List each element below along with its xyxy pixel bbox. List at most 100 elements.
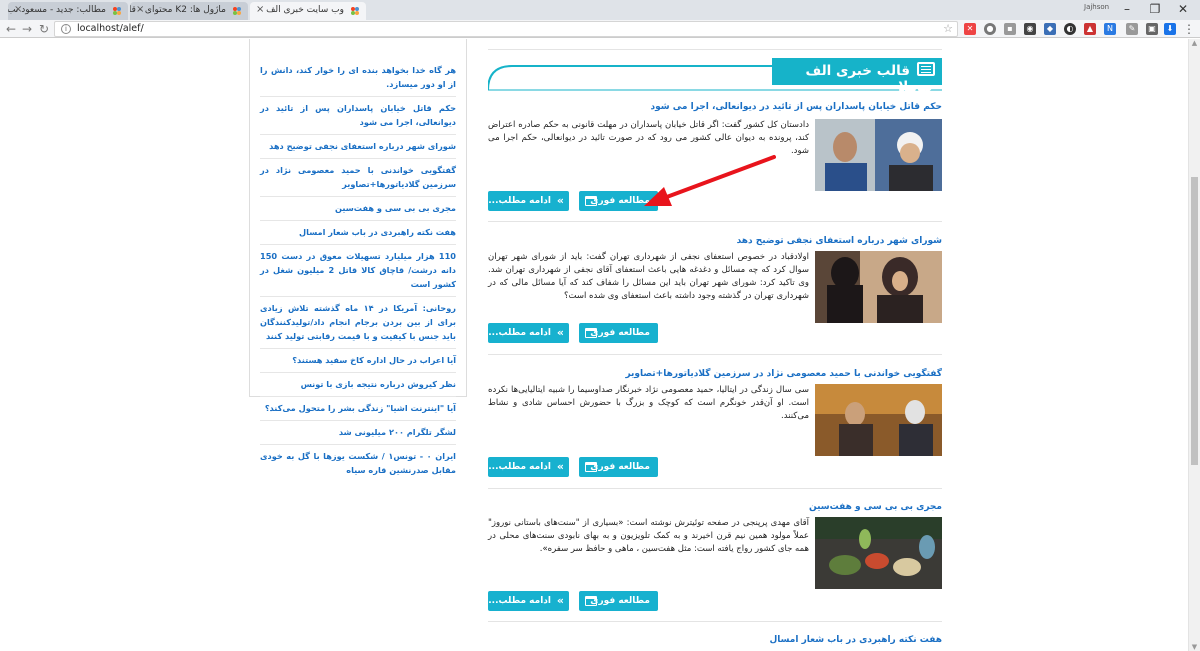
close-icon[interactable]: × (14, 4, 22, 15)
joomla-icon (232, 6, 242, 16)
close-icon[interactable]: × (256, 4, 264, 15)
button-label: ادامه مطلب... (488, 196, 551, 206)
read-more-button[interactable]: » ادامه مطلب... (488, 457, 569, 477)
article-title[interactable]: هفت نکته راهبردی در باب شعار امسال (488, 634, 942, 646)
read-more-button[interactable]: » ادامه مطلب... (488, 591, 569, 611)
url-text: localhost/alef/ (77, 23, 144, 34)
tab-title: ماژول ها: K2 محتوای - قا... (130, 5, 226, 15)
tools-icon[interactable]: ✎ (1126, 23, 1138, 35)
read-now-button[interactable]: مطالعه فوری (579, 457, 658, 477)
minimize-icon[interactable]: – (1114, 0, 1140, 18)
close-icon[interactable]: × (136, 4, 144, 15)
newspaper-icon (917, 62, 935, 76)
sidebar-news-link[interactable]: آیا اعراب در حال اداره کاخ سفید هستند؟ (260, 349, 456, 373)
joomla-extension-icon[interactable]: ✕ (964, 23, 976, 35)
article-image[interactable] (815, 517, 942, 589)
sidebar-news-link[interactable]: نظر کیروش درباره نتیجه بازی با تونس (260, 373, 456, 397)
double-chevron-icon: » (556, 460, 564, 473)
sidebar-news-link[interactable]: روحانی: آمریکا در ۱۴ ماه گذشته تلاش زیاد… (260, 297, 456, 349)
joomla-icon (350, 6, 360, 16)
window-icon (585, 328, 597, 338)
tab-title: وب سایت خبری الف (266, 5, 344, 15)
article-title[interactable]: گفتگویی خواندنی با حمید معصومی نژاد در س… (488, 368, 942, 380)
double-chevron-icon: » (556, 194, 564, 207)
section-title: قالب خبری الف جوملا (772, 58, 942, 95)
divider (488, 488, 942, 489)
joomla-icon (112, 6, 122, 16)
divider (488, 621, 942, 622)
double-chevron-icon: » (556, 594, 564, 607)
extension-badge-icon[interactable]: ▪ (1004, 23, 1016, 35)
sidebar-news-link[interactable]: آیا "اینترنت اشیا" زندگی بشر را متحول می… (260, 397, 456, 421)
sidebar-news-link[interactable]: هفت نکته راهبردی در باب شعار امسال (260, 221, 456, 245)
read-more-button[interactable]: » ادامه مطلب... (488, 323, 569, 343)
tab-articles[interactable]: مطالب: جدید - مسعود نب... × (8, 2, 128, 20)
sidebar-news-link[interactable]: لشگر تلگرام ۲۰۰ میلیونی شد (260, 421, 456, 445)
tab-k2-modules[interactable]: ماژول ها: K2 محتوای - قا... × (130, 2, 248, 20)
sidebar-latest-news: هر گاه خدا بخواهد بنده ای را خوار کند، د… (249, 39, 467, 475)
sidebar-news-link[interactable]: ایران ۰ - تونس۱ / شکست یوزها با گل به خو… (260, 445, 456, 482)
camera-icon[interactable]: ◉ (1024, 23, 1036, 35)
extension-icon[interactable]: ● (984, 23, 996, 35)
section-header: قالب خبری الف جوملا (488, 58, 942, 95)
window-icon (585, 462, 597, 472)
button-label: ادامه مطلب... (488, 462, 551, 472)
article-summary: سی سال زندگی در ایتالیا، حمید معصومی نژا… (488, 385, 809, 421)
divider (488, 354, 942, 355)
extension-icon[interactable]: ▣ (1146, 23, 1158, 35)
news-article: هفت نکته راهبردی در باب شعار امسال (488, 634, 942, 650)
extension-icon[interactable]: ◆ (1044, 23, 1056, 35)
read-now-button[interactable]: مطالعه فوری (579, 323, 658, 343)
annotation-arrow (644, 155, 776, 206)
divider (488, 221, 942, 222)
menu-icon[interactable]: ⋮ (1182, 21, 1196, 37)
sidebar-news-link[interactable]: شورای شهر درباره استعفای نجفی توضیح دهد (260, 135, 456, 159)
window-close-icon[interactable]: ✕ (1170, 0, 1196, 18)
tab-alef[interactable]: وب سایت خبری الف × (250, 2, 366, 20)
article-image[interactable] (815, 384, 942, 456)
button-label: مطالعه فوری (590, 462, 650, 472)
article-title[interactable]: حکم قاتل خیابان پاسداران پس از تائید در … (488, 101, 942, 113)
article-title[interactable]: مجری بی بی سی و هفت‌سین (488, 501, 942, 513)
browser-toolbar: ← → ↻ i localhost/alef/ ☆ ✕ ● ▪ ◉ ◆ ◐ ▲ … (0, 20, 1200, 38)
scroll-down-icon[interactable]: ▼ (1189, 643, 1200, 651)
sidebar-news-link[interactable]: مجری بی بی سی و هفت‌سین (260, 197, 456, 221)
read-more-button[interactable]: » ادامه مطلب... (488, 191, 569, 211)
article-image[interactable] (815, 251, 942, 323)
sidebar-news-link[interactable]: حکم قاتل خیابان پاسداران پس از تائید در … (260, 97, 456, 135)
button-label: ادامه مطلب... (488, 596, 551, 606)
browser-tab-bar: وب سایت خبری الف × ماژول ها: K2 محتوای -… (0, 0, 1200, 20)
back-icon[interactable]: ← (4, 21, 18, 37)
page-info-icon[interactable]: i (61, 24, 71, 34)
page-scrollbar[interactable]: ▲ ▼ (1188, 39, 1200, 651)
forward-icon[interactable]: → (20, 21, 34, 37)
button-label: مطالعه فوری (590, 328, 650, 338)
page-viewport: هر گاه خدا بخواهد بنده ای را خوار کند، د… (0, 39, 1188, 651)
sidebar-news-link[interactable]: هر گاه خدا بخواهد بنده ای را خوار کند، د… (260, 59, 456, 97)
reload-icon[interactable]: ↻ (37, 21, 51, 37)
tab-title: مطالب: جدید - مسعود نب... (8, 5, 106, 15)
sidebar-news-link[interactable]: 110 هزار میلیارد تسهیلات معوق در دست 150… (260, 245, 456, 297)
article-summary: آقای مهدی پرپنجی در صفحه توئیترش نوشته ا… (488, 518, 809, 554)
bookmark-star-icon[interactable]: ☆ (943, 22, 953, 35)
article-image[interactable] (815, 119, 942, 191)
scroll-up-icon[interactable]: ▲ (1189, 39, 1200, 47)
divider (488, 49, 942, 50)
article-title[interactable]: شورای شهر درباره استعفای نجفی توضیح دهد (488, 235, 942, 247)
address-bar[interactable]: i localhost/alef/ ☆ (54, 21, 958, 37)
extension-icon[interactable]: ◐ (1064, 23, 1076, 35)
window-icon (585, 196, 597, 206)
article-summary: اولادقباد در خصوص استعفای نجفی از شهردار… (488, 252, 809, 301)
read-now-button[interactable]: مطالعه فوری (579, 591, 658, 611)
download-icon[interactable]: ⬇ (1164, 23, 1176, 35)
sidebar-news-link[interactable]: گفتگویی خواندنی با حمید معصومی نژاد در س… (260, 159, 456, 197)
profile-label[interactable]: Jajhson (1084, 3, 1109, 11)
button-label: ادامه مطلب... (488, 328, 551, 338)
scroll-thumb[interactable] (1191, 177, 1198, 465)
extension-icon[interactable]: ▲ (1084, 23, 1096, 35)
button-label: مطالعه فوری (590, 596, 650, 606)
new-extension-icon[interactable]: N (1104, 23, 1116, 35)
restore-icon[interactable]: ❐ (1142, 0, 1168, 18)
double-chevron-icon: » (556, 326, 564, 339)
